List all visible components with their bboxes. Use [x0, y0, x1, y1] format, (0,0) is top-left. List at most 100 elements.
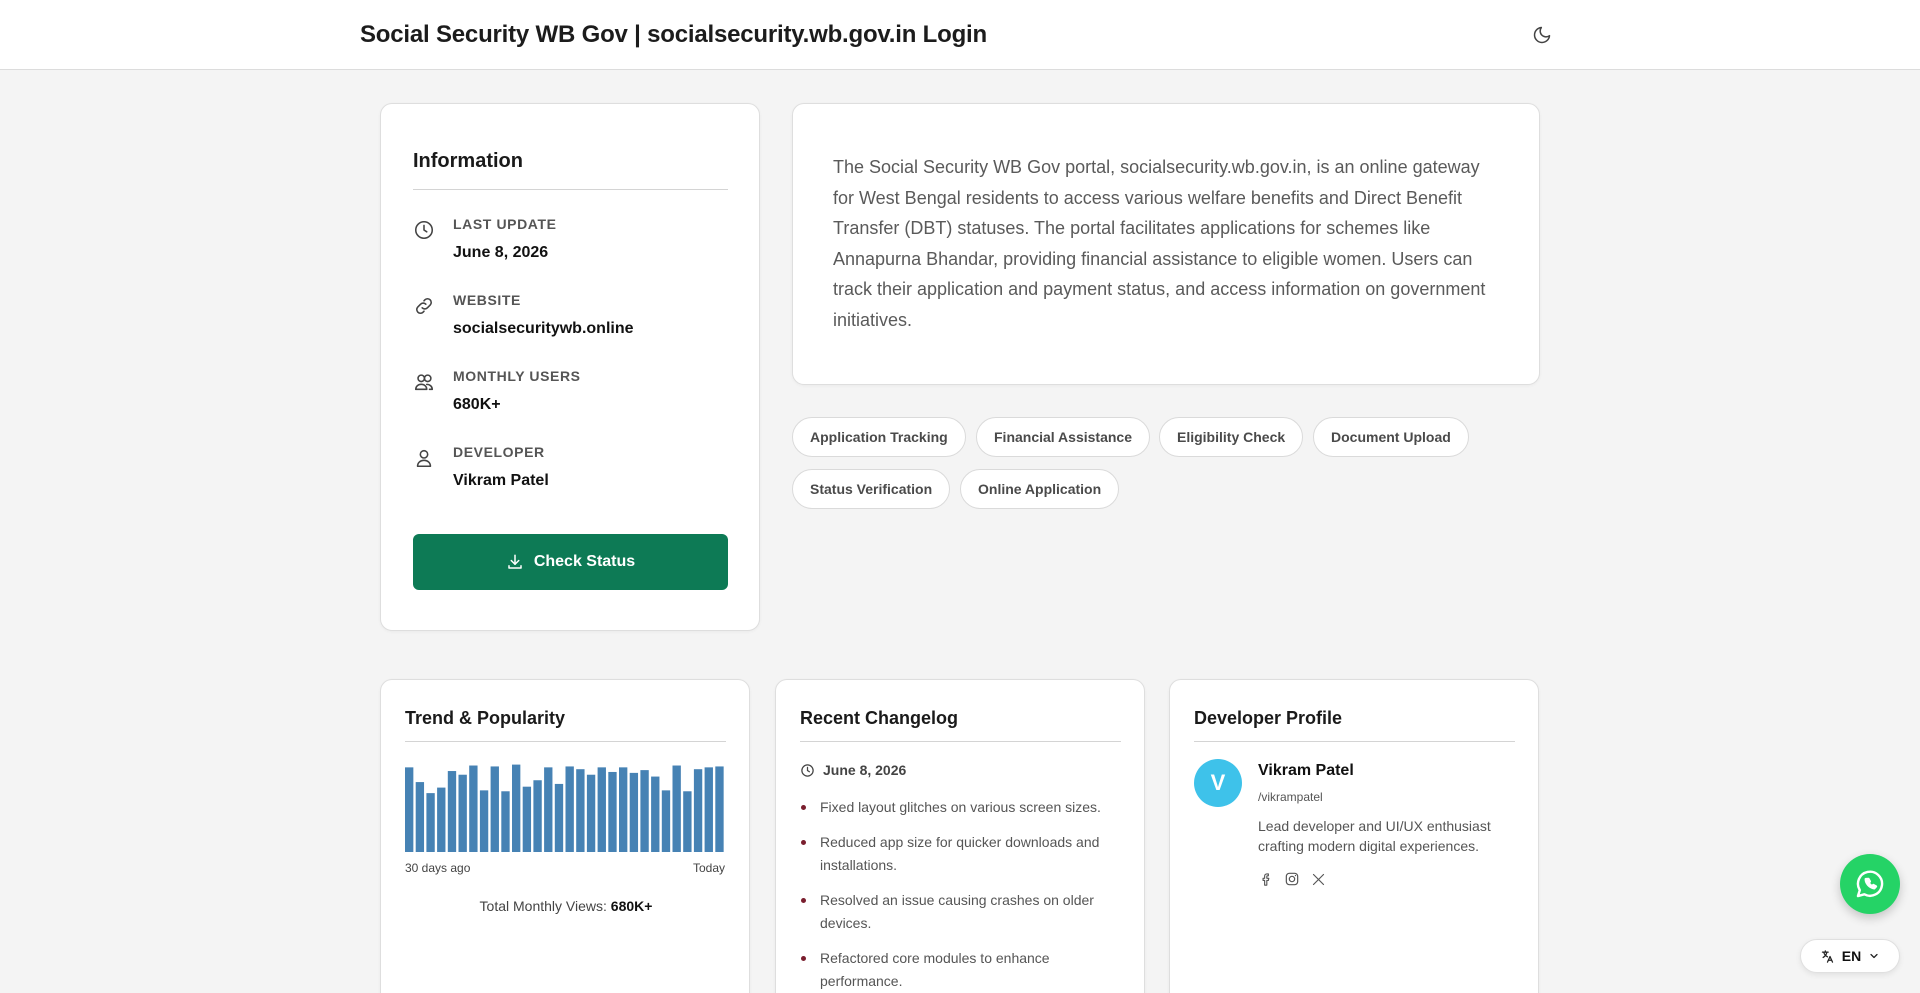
trend-bar	[704, 767, 713, 852]
info-label: Last Update	[453, 216, 557, 232]
changelog-heading: Recent Changelog	[800, 708, 959, 728]
instagram-icon	[1285, 872, 1299, 886]
trend-bar	[565, 766, 574, 852]
tag-financial-assistance[interactable]: Financial Assistance	[976, 417, 1150, 457]
trend-bar	[469, 765, 478, 852]
chevron-down-icon	[1870, 953, 1878, 959]
info-label: Monthly Users	[453, 368, 581, 384]
info-row-last-update: Last Update June 8, 2026	[413, 216, 728, 266]
facebook-icon	[1262, 872, 1269, 886]
trend-bar	[586, 774, 596, 852]
info-row-website: Website socialsecuritywb.online	[413, 292, 728, 342]
download-icon	[508, 554, 522, 569]
info-label: Website	[453, 292, 521, 308]
changelog-card: Recent Changelog June 8, 2026 Fixed layo…	[775, 679, 1145, 993]
tag-online-application[interactable]: Online Application	[960, 469, 1120, 509]
whatsapp-icon	[1856, 870, 1884, 898]
developer-bio: Lead developer and UI/UX enthusiast craf…	[1258, 818, 1491, 854]
total-views-label: Total Monthly Views:	[479, 898, 607, 914]
trend-bar	[458, 774, 467, 852]
avatar: V	[1194, 759, 1242, 807]
trend-bar	[479, 790, 489, 852]
trend-bar	[501, 791, 510, 852]
trend-bar-chart	[405, 764, 724, 852]
site-title: Social Security WB Gov | socialsecurity.…	[360, 21, 987, 48]
trend-bar	[512, 764, 521, 852]
list-item: Fixed layout glitches on various screen …	[800, 796, 1121, 819]
x-icon	[1312, 873, 1324, 885]
trend-bar	[490, 766, 499, 852]
trend-bar	[661, 790, 671, 852]
trend-bar	[554, 783, 564, 852]
total-views: Total Monthly Views: 680K+	[381, 898, 751, 914]
info-row-monthly-users: Monthly Users 680K+	[413, 368, 728, 418]
top-header: Social Security WB Gov | socialsecurity.…	[0, 0, 1920, 70]
instagram-link[interactable]	[1284, 871, 1300, 887]
users-icon	[414, 374, 434, 391]
info-label: Developer	[453, 444, 545, 460]
info-value: Vikram Patel	[453, 472, 549, 489]
user-icon	[416, 449, 432, 468]
trend-bar	[715, 766, 724, 852]
moon-icon	[1533, 26, 1551, 44]
translate-icon	[1821, 949, 1833, 963]
divider	[405, 741, 726, 742]
trend-bar	[640, 770, 649, 852]
trend-bar	[447, 771, 457, 852]
trend-bar	[672, 765, 681, 852]
x-link[interactable]	[1310, 871, 1326, 887]
changelog-list: Fixed layout glitches on various screen …	[800, 796, 1121, 993]
trend-bar	[405, 767, 414, 852]
social-links	[1258, 871, 1326, 887]
clock-icon	[414, 220, 434, 240]
trend-card: Trend & Popularity 30 days ago Today Tot…	[380, 679, 750, 993]
information-card: Information Last Update June 8, 2026 Web…	[380, 103, 760, 631]
info-row-developer: Developer Vikram Patel	[413, 444, 728, 494]
trend-bar	[415, 782, 425, 852]
whatsapp-button[interactable]	[1840, 854, 1900, 914]
description-text: The Social Security WB Gov portal, socia…	[833, 157, 1486, 330]
clock-icon	[801, 763, 814, 777]
trend-bar	[437, 787, 446, 852]
description-card: The Social Security WB Gov portal, socia…	[792, 103, 1540, 385]
trend-bar	[522, 786, 532, 852]
chart-end-label: Today	[692, 861, 725, 875]
info-value: 680K+	[453, 396, 501, 413]
changelog-date-text: June 8, 2026	[823, 762, 907, 778]
total-views-value: 680K+	[610, 898, 653, 914]
trend-heading: Trend & Popularity	[405, 708, 566, 728]
trend-bar	[693, 769, 703, 852]
theme-toggle-button[interactable]	[1530, 23, 1554, 47]
trend-bar	[576, 769, 585, 852]
developer-profile-card: Developer Profile V Vikram Patel /vikram…	[1169, 679, 1539, 993]
facebook-link[interactable]	[1258, 871, 1274, 887]
divider	[800, 741, 1121, 742]
tag-eligibility-check[interactable]: Eligibility Check	[1159, 417, 1304, 457]
divider	[1194, 741, 1515, 742]
developer-heading: Developer Profile	[1194, 708, 1343, 728]
link-icon	[416, 298, 432, 314]
info-value: June 8, 2026	[453, 244, 549, 261]
trend-bar	[426, 793, 435, 852]
language-selector[interactable]: EN	[1800, 939, 1900, 973]
tag-status-verification[interactable]: Status Verification	[792, 469, 951, 509]
trend-bar	[544, 767, 553, 852]
developer-name: Vikram Patel	[1258, 762, 1354, 779]
changelog-date: June 8, 2026	[800, 762, 906, 778]
trend-bar	[597, 767, 606, 852]
language-label: EN	[1841, 948, 1862, 964]
trend-bar	[619, 767, 628, 852]
trend-bar	[608, 771, 617, 852]
list-item: Reduced app size for quicker downloads a…	[800, 831, 1121, 877]
check-status-label: Check Status	[533, 553, 636, 570]
check-status-button[interactable]: Check Status	[413, 534, 728, 590]
trend-bar	[651, 776, 660, 852]
chart-start-label: 30 days ago	[405, 861, 471, 875]
developer-handle: /vikrampatel	[1258, 790, 1323, 804]
tag-application-tracking[interactable]: Application Tracking	[792, 417, 966, 457]
information-heading: Information	[413, 150, 523, 172]
tag-document-upload[interactable]: Document Upload	[1313, 417, 1469, 457]
list-item: Resolved an issue causing crashes on old…	[800, 889, 1121, 935]
info-value: socialsecuritywb.online	[453, 320, 634, 337]
divider	[413, 189, 728, 190]
